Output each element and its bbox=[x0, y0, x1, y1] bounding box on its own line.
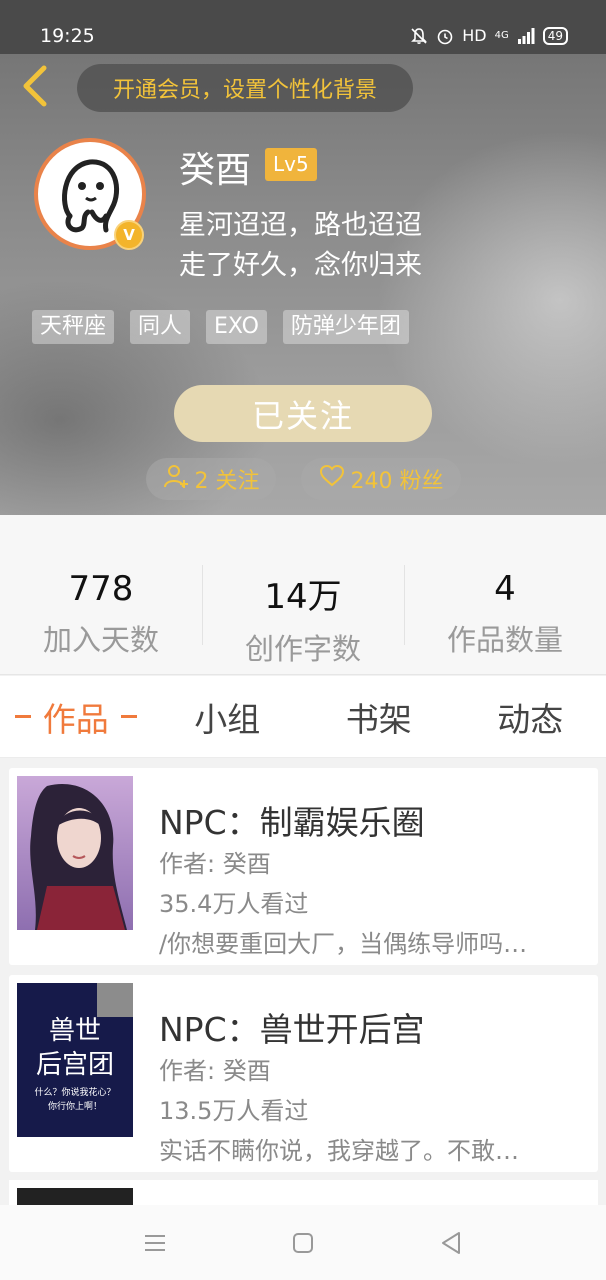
work-title: NPC：兽世开后宫 bbox=[159, 1010, 425, 1049]
heart-icon bbox=[319, 464, 345, 494]
cover-tagline: 什么？你说我花心？ bbox=[34, 1086, 115, 1098]
stat-label: 作品数量 bbox=[446, 623, 563, 657]
stats-row: 778 加入天数 14万 创作字数 4 作品数量 bbox=[0, 515, 606, 675]
work-description: 实话不瞒你说，我穿越了。不敢… bbox=[159, 1137, 519, 1165]
avatar[interactable]: V bbox=[34, 138, 146, 250]
tab-indicator bbox=[120, 715, 137, 718]
network-label: HD bbox=[462, 26, 487, 45]
tab-label: 作品 bbox=[42, 699, 109, 739]
bio: 星河迢迢，路也迢迢 走了好久，念你归来 bbox=[179, 206, 422, 286]
work-cover bbox=[17, 776, 133, 930]
work-views: 13.5万人看过 bbox=[159, 1097, 309, 1125]
work-card[interactable]: NPC：制霸娱乐圈 作者: 癸酉 35.4万人看过 /你想要重回大厂，当偶练导师… bbox=[9, 768, 598, 965]
username: 癸酉 bbox=[179, 150, 252, 191]
bell-muted-icon bbox=[410, 27, 428, 45]
work-title: NPC：制霸娱乐圈 bbox=[159, 803, 425, 842]
work-description: /你想要重回大厂，当偶练导师吗… bbox=[159, 930, 528, 958]
verified-v-icon: V bbox=[114, 220, 144, 250]
bio-line: 走了好久，念你归来 bbox=[179, 250, 422, 281]
following-button[interactable]: 2 关注 bbox=[146, 458, 276, 500]
signal-label: 4G bbox=[494, 30, 509, 41]
back-chevron-icon bbox=[20, 65, 48, 111]
level-badge: Lv5 bbox=[265, 148, 317, 181]
work-card[interactable]: 兽世 后宫团 什么？你说我花心？ 你行你上啊！ NPC：兽世开后宫 作者: 癸酉… bbox=[9, 975, 598, 1172]
stat-label: 加入天数 bbox=[42, 623, 159, 657]
stat-value: 4 bbox=[494, 569, 516, 609]
tag[interactable]: 天秤座 bbox=[32, 310, 115, 344]
tag[interactable]: 防弹少年团 bbox=[282, 310, 409, 344]
tab-groups[interactable]: 小组 bbox=[152, 676, 304, 757]
stat-value: 14万 bbox=[264, 577, 342, 617]
work-author: 作者: 癸酉 bbox=[159, 1057, 271, 1085]
menu-icon[interactable] bbox=[140, 1228, 170, 1258]
stat-days: 778 加入天数 bbox=[0, 515, 202, 674]
tab-bookshelf[interactable]: 书架 bbox=[303, 676, 455, 757]
battery-indicator: 49 bbox=[542, 26, 568, 45]
tab-works[interactable]: 作品 bbox=[0, 676, 152, 757]
stat-works: 4 作品数量 bbox=[404, 515, 606, 674]
cover-tagline: 你行你上啊！ bbox=[48, 1100, 102, 1112]
stat-label: 创作字数 bbox=[244, 632, 361, 666]
status-bar: 19:25 HD 4G 49 bbox=[0, 0, 606, 54]
fans-count: 240 粉丝 bbox=[350, 469, 444, 494]
back-triangle-icon[interactable] bbox=[436, 1228, 466, 1258]
stat-words: 14万 创作字数 bbox=[202, 515, 404, 674]
alarm-icon bbox=[436, 27, 454, 45]
profile-header: 19:25 HD 4G 49 开通会员，设置个性化背景 V 癸酉 Lv5 星河迢… bbox=[0, 0, 606, 515]
back-button[interactable] bbox=[14, 64, 54, 112]
following-count: 2 关注 bbox=[194, 469, 260, 494]
tab-bar: 作品 小组 书架 动态 bbox=[0, 676, 606, 758]
work-author: 作者: 癸酉 bbox=[159, 850, 271, 878]
fans-button[interactable]: 240 粉丝 bbox=[301, 458, 461, 500]
cover-title-line: 后宫团 bbox=[36, 1050, 114, 1080]
works-list: NPC：制霸娱乐圈 作者: 癸酉 35.4万人看过 /你想要重回大厂，当偶练导师… bbox=[9, 768, 598, 1182]
work-cover: 兽世 后宫团 什么？你说我花心？ 你行你上啊！ bbox=[17, 983, 133, 1137]
signal-icon bbox=[517, 27, 535, 44]
vip-background-button[interactable]: 开通会员，设置个性化背景 bbox=[77, 64, 413, 112]
stat-value: 778 bbox=[68, 569, 134, 609]
tab-indicator bbox=[14, 715, 31, 718]
cover-title-line: 兽世 bbox=[49, 1016, 101, 1046]
tag[interactable]: 同人 bbox=[130, 310, 191, 344]
tab-activity[interactable]: 动态 bbox=[455, 676, 606, 757]
tag[interactable]: EXO bbox=[206, 310, 267, 344]
follow-button[interactable]: 已关注 bbox=[174, 385, 432, 442]
status-time: 19:25 bbox=[40, 25, 95, 47]
system-nav-bar bbox=[0, 1205, 606, 1280]
person-add-icon bbox=[163, 463, 189, 495]
bio-line: 星河迢迢，路也迢迢 bbox=[179, 210, 422, 241]
work-views: 35.4万人看过 bbox=[159, 890, 309, 918]
home-square-icon[interactable] bbox=[288, 1228, 318, 1258]
tag-list: 天秤座 同人 EXO 防弹少年团 bbox=[32, 310, 409, 344]
status-icons: HD 4G 49 bbox=[410, 26, 568, 45]
